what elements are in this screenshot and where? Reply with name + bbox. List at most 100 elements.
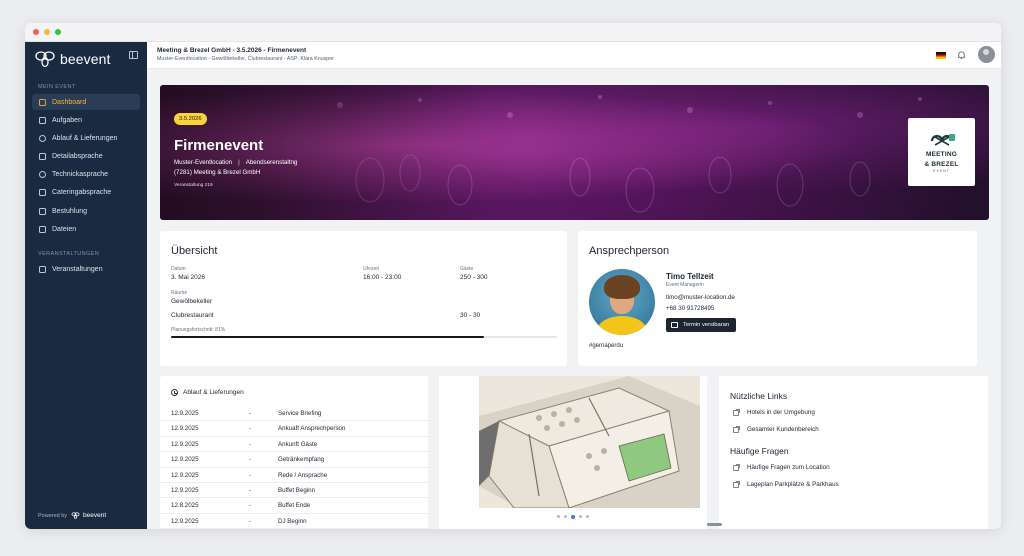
link-lageplan[interactable]: Lageplan Parkplätze & Parkhaus: [733, 480, 839, 488]
brand-logo[interactable]: beevent: [25, 45, 147, 73]
customer-logo: MEETING & BREZEL EVENT: [908, 118, 975, 186]
external-link-icon: [733, 408, 740, 416]
sidebar-item-dashboard[interactable]: Dashboard: [32, 94, 140, 110]
sidebar-item-catering[interactable]: Cateringabsprache: [32, 185, 140, 201]
floorplan-3d-image[interactable]: [479, 376, 700, 508]
overview-card: Übersicht Datum 3. Mai 2026 Uhrzeit 16:0…: [160, 231, 567, 366]
minimize-dot[interactable]: [44, 29, 50, 35]
datum-value: 3. Mai 2026: [171, 274, 205, 281]
raum-2-gaeste: 30 - 30: [460, 312, 481, 319]
document-icon: [39, 153, 46, 161]
date-badge: 3.5.2026: [174, 113, 207, 125]
event-title: Firmenevent: [174, 137, 264, 154]
schedule-row[interactable]: 12.9.2025 - Rede / Ansprache: [160, 468, 428, 483]
schedule-row[interactable]: 12.9.2025 - Buffet Beginn: [160, 483, 428, 499]
datum-label: Datum: [171, 266, 186, 272]
close-dot[interactable]: [33, 29, 39, 35]
raum-1: Gewölbekeller: [171, 298, 213, 305]
sidebar-item-label: Detailabsprache: [52, 153, 103, 161]
sidebar-item-label: Veranstaltungen: [52, 265, 103, 273]
carousel-dot[interactable]: [586, 515, 589, 518]
powered-brand: beevent: [83, 512, 107, 519]
event-meta: Veranstaltung 219: [174, 183, 213, 188]
schedule-dash: -: [249, 517, 252, 525]
link-faq-location[interactable]: Häufige Fragen zum Location: [733, 463, 830, 471]
sidebar-item-technik[interactable]: Technickasprache: [32, 167, 140, 183]
external-link-icon: [733, 480, 740, 488]
schedule-row[interactable]: 12.9.2025 - Ankuaft Ansprechperson: [160, 421, 428, 437]
logo-text-2: & BREZEL: [924, 160, 959, 168]
clock-icon: [171, 389, 178, 396]
schedule-date: 12.9.2025: [171, 486, 199, 494]
schedule-date: 12.9.2025: [171, 425, 199, 433]
sidebar-item-bestuhlung[interactable]: Bestuhlung: [32, 203, 140, 219]
top-header: Meeting & Brezel GmbH - 3.5.2026 - Firme…: [147, 42, 1001, 69]
section-label-events: VERANSTALTUNGEN: [38, 251, 100, 258]
external-link-icon: [733, 425, 740, 433]
sidebar-item-ablauf[interactable]: Ablauf & Lieferungen: [32, 130, 140, 146]
contact-phone[interactable]: +68 30 91728495: [666, 305, 714, 312]
schedule-date: 12.9.2025: [171, 456, 199, 464]
schedule-dash: -: [249, 456, 252, 464]
schedule-dash: -: [249, 440, 252, 448]
sidebar-item-veranstaltungen[interactable]: Veranstaltungen: [32, 261, 140, 277]
sidebar-item-aufgaben[interactable]: Aufgaben: [32, 112, 140, 128]
scroll-indicator[interactable]: [707, 523, 722, 526]
schedule-text: Buffet Beginn: [278, 486, 316, 494]
sidebar-item-label: Aufgaben: [52, 116, 82, 124]
sidebar-nav-events: Veranstaltungen: [25, 261, 147, 277]
bookmark-icon: [39, 207, 46, 215]
powered-by-label: Powered by: [38, 512, 68, 519]
overview-title: Übersicht: [171, 245, 218, 257]
schedule-text: Buffet Ende: [278, 502, 311, 510]
link-kundenbereich[interactable]: Gesamter Kundenbereich: [733, 425, 819, 433]
event-customer: (7281) Meeting & Brezel GmbH: [174, 169, 261, 176]
bell-icon[interactable]: [957, 50, 966, 60]
schedule-row[interactable]: 12.9.2025 - Getränkempfang: [160, 452, 428, 468]
window-titlebar: [25, 23, 1001, 42]
progress-label: Planungsfortschritt: 81%: [171, 327, 226, 333]
main-content: Meeting & Brezel GmbH - 3.5.2026 - Firme…: [147, 42, 1001, 529]
schedule-row[interactable]: 12.9.2025 - DJ Beginn: [160, 514, 428, 529]
useful-links-title: Nützliche Links: [730, 391, 788, 401]
schedule-list: 12.9.2025 - Service Briefing 12.9.2025 - Anku…: [160, 406, 428, 529]
calendar-icon: [39, 265, 46, 273]
raum-2: Clubrestaurant: [171, 312, 214, 319]
schedule-row[interactable]: 12.9.2025 - Ankunft Gäste: [160, 437, 428, 453]
schedule-dash: -: [249, 502, 252, 510]
carousel-dot[interactable]: [557, 515, 560, 518]
contact-hashtag: #gernaperdu: [589, 343, 624, 349]
user-avatar[interactable]: [978, 46, 995, 63]
sidebar-nav: Dashboard Aufgaben Ablauf & Lieferungen …: [25, 94, 147, 237]
planning-progress-fill: [171, 336, 484, 338]
maximize-dot[interactable]: [55, 29, 61, 35]
dashboard-icon: [39, 98, 46, 106]
brand-name: beevent: [60, 51, 111, 67]
sidebar: beevent MEIN EVENT Dashboard Aufgaben Ab…: [25, 42, 147, 529]
contact-card: Ansprechperson Timo Tellzeit Event Manag…: [578, 231, 977, 366]
book-appointment-button[interactable]: Termin versibaran: [666, 318, 737, 332]
contact-email[interactable]: timo@muster-location.de: [666, 294, 735, 301]
sidebar-item-label: Bestuhlung: [52, 207, 88, 215]
schedule-text: Getränkempfang: [278, 456, 325, 464]
sidebar-item-dateien[interactable]: Dateien: [32, 221, 140, 237]
planning-progress-bar: [171, 336, 557, 338]
link-hotels[interactable]: Hotels in der Umgebung: [733, 408, 815, 416]
useful-links-card: Nützliche Links Hotels in der Umgebung G…: [719, 376, 988, 529]
sidebar-collapse-icon[interactable]: [129, 51, 138, 59]
schedule-row[interactable]: 12.9.2025 - Service Briefing: [160, 406, 428, 422]
schedule-row[interactable]: 12.8.2025 - Buffet Ende: [160, 498, 428, 514]
schedule-card: Ablauf & Lieferungen 12.9.2025 - Service B…: [160, 376, 428, 529]
sidebar-item-detailabsprache[interactable]: Detailabsprache: [32, 149, 140, 165]
link-label: Gesamter Kundenbereich: [747, 426, 819, 433]
plug-icon: [39, 171, 46, 179]
event-location-line: Muster-Eventlocation | Abendserenstaltng: [174, 159, 297, 166]
schedule-text: Ankunft Gäste: [278, 440, 318, 448]
schedule-text: DJ Beginn: [278, 517, 307, 525]
schedule-text: Service Briefing: [278, 410, 322, 417]
logo-subtext: EVENT: [933, 169, 950, 173]
carousel-dot[interactable]: [564, 515, 567, 518]
carousel-dot[interactable]: [579, 515, 582, 518]
german-flag-icon[interactable]: [936, 52, 946, 59]
carousel-dot-active[interactable]: [571, 514, 575, 519]
